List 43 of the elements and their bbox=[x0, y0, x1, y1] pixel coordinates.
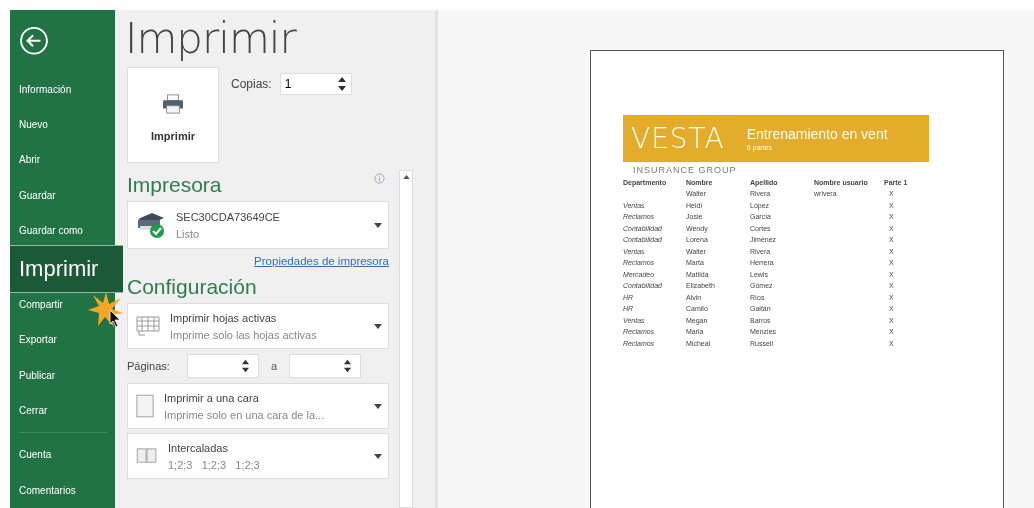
printer-properties-link[interactable]: Propiedades de impresora bbox=[254, 255, 389, 267]
sidebar-item[interactable]: Cuenta bbox=[10, 437, 115, 473]
settings-dropdown[interactable]: Intercaladas 1;2;3 1;2;3 1;2;3 bbox=[127, 433, 389, 479]
copies-field[interactable]: 1 bbox=[279, 73, 352, 95]
settings-dropdown[interactable]: Imprimir hojas activas Imprime solo las hojas activas bbox=[127, 303, 389, 349]
section-heading: Impresora bbox=[127, 173, 222, 197]
collated-pages-icon bbox=[136, 448, 158, 464]
page-from-field[interactable] bbox=[187, 354, 259, 378]
printer-dropdown[interactable]: SEC30CDA73649CE Listo bbox=[127, 201, 389, 249]
section-heading: Configuración bbox=[127, 275, 258, 299]
print-button[interactable]: Imprimir bbox=[127, 67, 219, 163]
back-icon[interactable] bbox=[19, 26, 49, 56]
page-title: Imprimir bbox=[125, 14, 298, 63]
pages-separator: a bbox=[271, 360, 278, 372]
banner-logo: VESTA bbox=[631, 122, 725, 155]
caret-icon bbox=[374, 403, 382, 409]
page-to-field[interactable] bbox=[289, 354, 362, 378]
caret-icon bbox=[374, 222, 382, 228]
pages-label: Páginas: bbox=[127, 360, 171, 372]
company-name: INSURANCE GROUP bbox=[633, 165, 738, 175]
sidebar-item[interactable]: Cerrar bbox=[10, 392, 115, 429]
printer-ready-icon bbox=[136, 211, 166, 239]
sidebar-item[interactable]: Guardar bbox=[10, 177, 115, 214]
sidebar-item[interactable]: Comentarios bbox=[10, 472, 115, 508]
copies-label: Copias: bbox=[231, 77, 272, 91]
settings-dropdown[interactable]: Imprimir a una cara Imprime solo en una cara de la... bbox=[127, 383, 389, 429]
sidebar-item[interactable]: Información bbox=[10, 71, 115, 107]
scrollbar[interactable] bbox=[399, 170, 413, 508]
spinner-icon[interactable] bbox=[343, 358, 353, 374]
printer-icon bbox=[162, 93, 184, 114]
sidebar-item[interactable]: Publicar bbox=[10, 357, 115, 393]
caret-icon bbox=[374, 323, 382, 329]
sidebar-item[interactable]: Imprimir bbox=[10, 245, 123, 293]
sheet-grid-icon bbox=[136, 316, 160, 336]
sidebar-item[interactable]: Abrir bbox=[10, 142, 115, 178]
sidebar-item[interactable]: Nuevo bbox=[10, 106, 115, 143]
banner-title: Entrenamiento en vent bbox=[746, 126, 888, 142]
caret-icon bbox=[374, 453, 382, 459]
spinner-icon[interactable] bbox=[336, 75, 347, 93]
page-icon bbox=[136, 394, 154, 418]
sidebar-item[interactable]: Exportar bbox=[10, 322, 115, 358]
spinner-icon[interactable] bbox=[241, 358, 250, 374]
scroll-up-icon[interactable] bbox=[402, 175, 410, 179]
